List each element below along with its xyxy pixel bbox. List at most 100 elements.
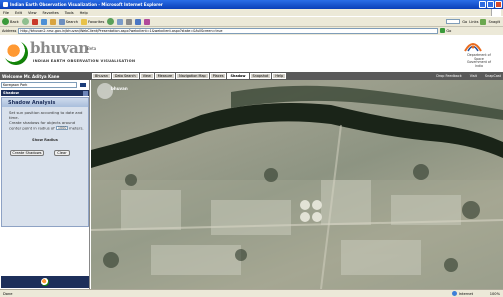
bhuvan-logo-icon xyxy=(4,41,28,65)
forward-button[interactable] xyxy=(21,18,29,25)
map-watermark-text: bhuvan xyxy=(111,86,128,91)
tab-shadow[interactable]: Shadow xyxy=(227,73,249,79)
link-visit[interactable]: Visit xyxy=(470,74,477,78)
messenger-button[interactable] xyxy=(144,18,151,25)
status-bar: Done Internet 100% xyxy=(0,289,503,297)
snagit-button[interactable]: SnagIt xyxy=(488,20,500,24)
tab-snapshot[interactable]: Snapshot xyxy=(249,73,272,79)
refresh-button[interactable] xyxy=(40,18,47,25)
shadow-header: Shadow xyxy=(1,90,89,96)
address-bar: Address http://bhuvan2.nrsc.gov.in/bhuva… xyxy=(0,27,503,34)
sun-position-text: Set sun position according to date and t… xyxy=(9,110,83,120)
history-icon xyxy=(107,18,115,25)
close-button[interactable] xyxy=(495,1,502,8)
radius-input[interactable]: 1000 xyxy=(55,125,68,131)
forward-arrow-icon xyxy=(21,18,29,25)
site-subtitle: INDIAN EARTH OBSERVATION VISUALISATION xyxy=(33,59,136,63)
history-button[interactable] xyxy=(107,18,115,25)
satellite-map-view[interactable]: bhuvan xyxy=(91,80,503,289)
go-arrow-icon xyxy=(440,28,446,33)
stop-icon xyxy=(31,18,38,25)
panel-close-icon[interactable] xyxy=(83,90,88,96)
menu-tools[interactable]: Tools xyxy=(65,11,74,15)
links-label[interactable]: Links xyxy=(469,20,478,24)
isro-logo: Department of Space Government of India xyxy=(461,39,495,69)
snagit-icon xyxy=(480,18,487,25)
search-button[interactable]: Search xyxy=(58,18,78,25)
nav-tabs: Bhuvan Data Search View Measure Navigati… xyxy=(92,73,287,79)
create-shadows-button[interactable]: Create Shadows xyxy=(10,150,44,156)
status-text: Done xyxy=(3,291,13,296)
menu-bar: File Edit View Favorites Tools Help xyxy=(0,9,503,16)
tab-places[interactable]: Places xyxy=(209,73,227,79)
radius-text: Create shadows for objects around center… xyxy=(9,120,84,131)
link-snapcast[interactable]: SnapCast xyxy=(485,74,501,78)
tab-bhuvan[interactable]: Bhuvan xyxy=(92,73,111,79)
show-radius-label[interactable]: Show Radius xyxy=(32,138,58,142)
edit-icon xyxy=(135,18,142,25)
window-titlebar: Indian Earth Observation Visualization -… xyxy=(0,0,503,9)
minimize-button[interactable] xyxy=(479,1,486,8)
nav-links: Drop Feedback Visit SnapCast xyxy=(436,74,501,78)
security-zone: Internet xyxy=(451,291,473,296)
place-search-button[interactable] xyxy=(79,82,87,88)
tab-data-search[interactable]: Data Search xyxy=(111,73,139,79)
stop-button[interactable] xyxy=(31,18,38,25)
back-arrow-icon xyxy=(2,18,9,25)
zoom-level[interactable]: 100% xyxy=(490,292,500,296)
search-icon xyxy=(58,18,65,25)
refresh-icon xyxy=(40,18,47,25)
home-button[interactable] xyxy=(49,18,56,25)
tab-navigation-map[interactable]: Navigation Map xyxy=(176,73,209,79)
shadow-analysis-panel: Shadow Analysis Set sun position accordi… xyxy=(1,97,89,227)
print-button[interactable] xyxy=(126,18,133,25)
internet-zone-icon xyxy=(451,291,457,296)
satellite-imagery xyxy=(91,85,503,289)
isro-mark-icon xyxy=(464,43,482,52)
site-banner: bhuvan Beta INDIAN EARTH OBSERVATION VIS… xyxy=(0,35,503,72)
window-title: Indian Earth Observation Visualization -… xyxy=(10,2,163,7)
link-feedback[interactable]: Drop Feedback xyxy=(436,74,461,78)
google-search-field[interactable] xyxy=(446,19,461,24)
messenger-icon xyxy=(144,18,151,25)
mail-button[interactable] xyxy=(117,18,124,25)
edit-button[interactable] xyxy=(135,18,142,25)
address-label: Address xyxy=(2,28,17,33)
site-logo-text: bhuvan xyxy=(30,39,89,57)
menu-favorites[interactable]: Favorites xyxy=(43,11,59,15)
tab-help[interactable]: Help xyxy=(272,73,287,79)
main-nav: Welcome Mr. Aditya Kane Bhuvan Data Sear… xyxy=(0,72,503,80)
ie-icon xyxy=(3,2,8,7)
address-url: http://bhuvan2.nrsc.gov.in/bhuvan/WebCli… xyxy=(20,28,223,33)
windows-logo-icon xyxy=(491,9,501,16)
print-icon xyxy=(126,18,133,25)
site-logo-beta: Beta xyxy=(87,46,97,51)
left-panel: Koregaon Park Shadow Shadow Analysis Set… xyxy=(0,80,90,289)
mail-icon xyxy=(117,18,124,25)
favorites-button[interactable]: Favorites xyxy=(81,18,104,25)
maximize-button[interactable] xyxy=(487,1,494,8)
home-icon xyxy=(49,18,56,25)
web-page: bhuvan Beta INDIAN EARTH OBSERVATION VIS… xyxy=(0,35,503,289)
star-icon xyxy=(81,18,88,25)
tab-measure[interactable]: Measure xyxy=(154,73,176,79)
go-label[interactable]: Go xyxy=(462,20,467,24)
menu-help[interactable]: Help xyxy=(80,11,88,15)
welcome-text: Welcome Mr. Aditya Kane xyxy=(2,73,60,79)
clear-button[interactable]: Clear xyxy=(54,150,70,156)
menu-view[interactable]: View xyxy=(28,11,37,15)
back-button[interactable]: Back xyxy=(2,18,19,25)
menu-file[interactable]: File xyxy=(3,11,9,15)
panel-title: Shadow Analysis xyxy=(2,98,88,107)
menu-edit[interactable]: Edit xyxy=(15,11,22,15)
shadow-header-label: Shadow xyxy=(3,91,19,95)
address-input[interactable]: http://bhuvan2.nrsc.gov.in/bhuvan/WebCli… xyxy=(18,27,439,34)
go-button[interactable]: Go xyxy=(440,28,451,33)
place-search: Koregaon Park xyxy=(1,82,89,88)
place-search-input[interactable]: Koregaon Park xyxy=(1,82,77,88)
panel-footer xyxy=(1,276,89,288)
browser-toolbar: Back Search Favorites Go Links SnagIt xyxy=(0,16,503,27)
isro-caption: Department of Space Government of India xyxy=(467,53,491,68)
footer-globe-icon xyxy=(41,278,49,286)
tab-view[interactable]: View xyxy=(139,73,154,79)
